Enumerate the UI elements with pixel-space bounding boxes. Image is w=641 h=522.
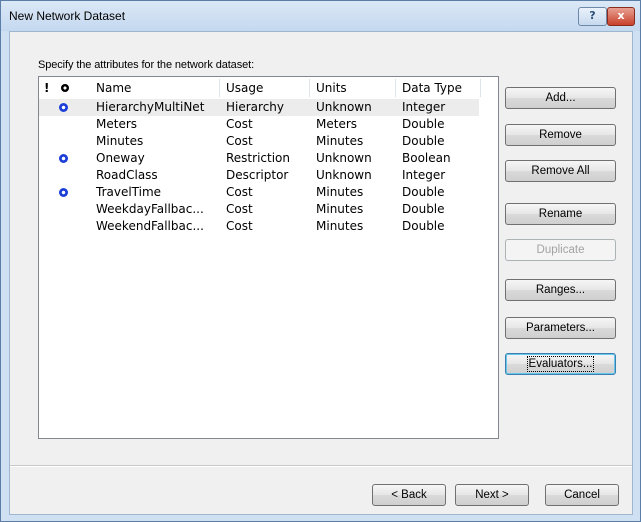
row-name: HierarchyMultiNet (96, 100, 205, 114)
cancel-button-label: Cancel (564, 489, 600, 501)
dialog-window: New Network Dataset ? x Specify the attr… (0, 0, 641, 522)
duplicate-button-label: Duplicate (536, 244, 585, 256)
row-name: WeekendFallbac... (96, 219, 204, 233)
default-attribute-icon (59, 154, 68, 163)
default-column-icon[interactable] (61, 84, 69, 92)
cancel-button[interactable]: Cancel (545, 484, 619, 506)
row-usage: Cost (226, 219, 253, 233)
next-button[interactable]: Next > (455, 484, 529, 506)
row-data-type: Double (402, 117, 445, 131)
parameters-button-label: Parameters... (525, 322, 596, 334)
table-row[interactable]: WeekdayFallbac... Cost Minutes Double (39, 201, 479, 218)
column-divider[interactable] (395, 79, 396, 97)
back-button-label: < Back (391, 489, 427, 501)
rename-button-label: Rename (538, 208, 583, 220)
row-usage: Restriction (226, 151, 290, 165)
column-divider[interactable] (309, 79, 310, 97)
remove-all-button[interactable]: Remove All (505, 160, 616, 182)
table-row[interactable]: TravelTime Cost Minutes Double (39, 184, 479, 201)
ranges-button[interactable]: Ranges... (505, 279, 616, 301)
row-name: Meters (96, 117, 138, 131)
row-usage: Cost (226, 134, 253, 148)
footer-divider (10, 465, 632, 467)
column-header-data-type[interactable]: Data Type (402, 77, 462, 99)
table-row[interactable]: RoadClass Descriptor Unknown Integer (39, 167, 479, 184)
row-units: Unknown (316, 100, 372, 114)
column-divider[interactable] (480, 79, 481, 97)
row-data-type: Integer (402, 100, 446, 114)
row-name: RoadClass (96, 168, 158, 182)
row-usage: Cost (226, 185, 253, 199)
row-data-type: Double (402, 134, 445, 148)
remove-button-label: Remove (539, 129, 582, 141)
row-usage: Cost (226, 202, 253, 216)
row-name: TravelTime (96, 185, 162, 199)
remove-all-button-label: Remove All (531, 165, 590, 177)
add-button-label: Add... (545, 92, 576, 104)
table-row[interactable]: WeekendFallbac... Cost Minutes Double (39, 218, 479, 235)
row-data-type: Double (402, 202, 445, 216)
column-header-usage[interactable]: Usage (226, 77, 263, 99)
row-data-type: Boolean (402, 151, 451, 165)
back-button[interactable]: < Back (372, 484, 446, 506)
row-units: Minutes (316, 185, 364, 199)
rename-button[interactable]: Rename (505, 203, 616, 225)
default-attribute-icon (59, 188, 68, 197)
default-attribute-icon (59, 103, 68, 112)
ranges-button-label: Ranges... (535, 284, 586, 296)
table-row[interactable]: Oneway Restriction Unknown Boolean (39, 150, 479, 167)
row-units: Meters (316, 117, 358, 131)
dialog-body: Specify the attributes for the network d… (9, 31, 633, 515)
row-units: Minutes (316, 202, 364, 216)
close-button[interactable]: x (607, 7, 635, 26)
column-header-error[interactable]: ! (44, 77, 49, 99)
column-divider[interactable] (219, 79, 220, 97)
row-units: Unknown (316, 168, 372, 182)
row-name: Oneway (96, 151, 145, 165)
list-header: ! Name Usage Units Data Type (39, 77, 498, 99)
row-units: Minutes (316, 134, 364, 148)
column-header-name[interactable]: Name (96, 77, 131, 99)
instruction-label: Specify the attributes for the network d… (38, 59, 255, 71)
evaluators-button[interactable]: Evaluators... (505, 353, 616, 375)
row-data-type: Double (402, 185, 445, 199)
table-row[interactable]: HierarchyMultiNet Hierarchy Unknown Integer (39, 99, 479, 116)
duplicate-button[interactable]: Duplicate (505, 239, 616, 261)
row-usage: Descriptor (226, 168, 289, 182)
row-data-type: Integer (402, 168, 446, 182)
table-row[interactable]: Meters Cost Meters Double (39, 116, 479, 133)
column-header-units[interactable]: Units (316, 77, 347, 99)
remove-button[interactable]: Remove (505, 124, 616, 146)
title-bar: New Network Dataset ? x (1, 1, 640, 31)
row-name: WeekdayFallbac... (96, 202, 204, 216)
row-usage: Hierarchy (226, 100, 285, 114)
row-data-type: Double (402, 219, 445, 233)
row-name: Minutes (96, 134, 144, 148)
row-usage: Cost (226, 117, 253, 131)
add-button[interactable]: Add... (505, 87, 616, 109)
attributes-list[interactable]: ! Name Usage Units Data Type HierarchyMu… (38, 76, 499, 439)
window-title: New Network Dataset (9, 9, 126, 23)
evaluators-button-label: Evaluators... (526, 356, 595, 372)
row-units: Minutes (316, 219, 364, 233)
help-button[interactable]: ? (578, 7, 607, 26)
table-row[interactable]: Minutes Cost Minutes Double (39, 133, 479, 150)
parameters-button[interactable]: Parameters... (505, 317, 616, 339)
next-button-label: Next > (475, 489, 509, 501)
row-units: Unknown (316, 151, 372, 165)
